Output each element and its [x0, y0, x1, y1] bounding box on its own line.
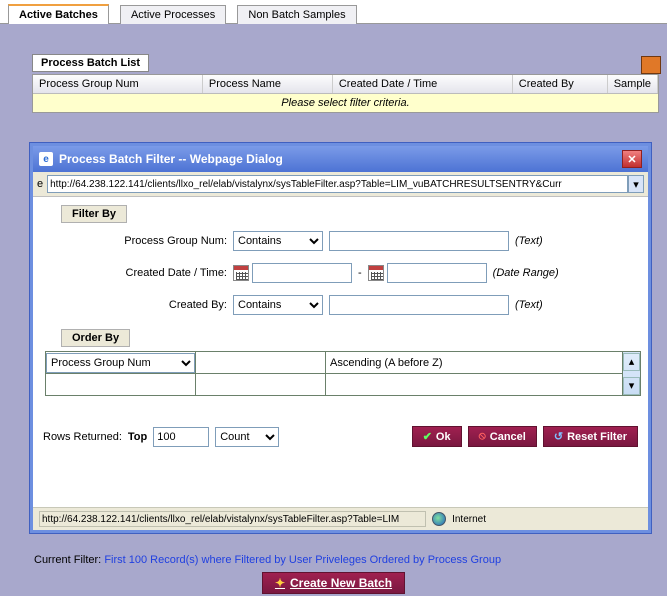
close-icon[interactable]: ✕	[622, 150, 642, 168]
scroll-down-icon[interactable]: ▾	[623, 377, 640, 395]
operator-pgn[interactable]: Contains	[233, 231, 323, 251]
filter-row-pgn: Process Group Num: Contains (Text)	[43, 227, 638, 255]
order-by-label: Order By	[61, 329, 130, 347]
current-filter-value: First 100 Record(s) where Filtered by Us…	[104, 554, 501, 566]
filter-by-label: Filter By	[61, 205, 127, 223]
batch-grid: Process Group Num Process Name Created D…	[32, 74, 659, 113]
tab-bar: Active Batches Active Processes Non Batc…	[0, 0, 667, 24]
address-bar: e ▾	[33, 172, 648, 197]
order-field-1[interactable]: Process Group Num	[46, 353, 195, 373]
top-value[interactable]	[153, 427, 209, 447]
cancel-button[interactable]: ⦸Cancel	[468, 426, 537, 447]
ie-page-icon: e	[37, 178, 43, 190]
date-to[interactable]	[387, 263, 487, 283]
label-process-group-num: Process Group Num:	[43, 235, 233, 247]
order-scrollbar[interactable]: ▴ ▾	[623, 352, 641, 396]
dialog-status-bar: Internet	[33, 507, 648, 530]
date-dash: -	[358, 267, 362, 279]
bottom-row: Rows Returned: Top Count ✔Ok ⦸Cancel ↺Re…	[43, 426, 638, 447]
filter-dialog: e Process Batch Filter -- Webpage Dialog…	[30, 143, 651, 533]
grid-criteria-msg: Please select filter criteria.	[33, 94, 658, 112]
label-created-by: Created By:	[43, 299, 233, 311]
refresh-icon: ↺	[554, 430, 563, 443]
filter-row-cby: Created By: Contains (Text)	[43, 291, 638, 319]
value-pgn[interactable]	[329, 231, 509, 251]
calendar-from-icon[interactable]	[233, 265, 249, 281]
col-created-by[interactable]: Created By	[513, 75, 608, 93]
order-table: Process Group Num Ascending (A before Z)…	[45, 351, 641, 396]
top-label: Top	[128, 431, 147, 443]
operator-cby[interactable]: Contains	[233, 295, 323, 315]
current-filter: Current Filter: First 100 Record(s) wher…	[34, 554, 501, 566]
label-created-date-time: Created Date / Time:	[43, 267, 233, 279]
current-filter-label: Current Filter:	[34, 554, 101, 566]
order-row-2	[46, 374, 641, 396]
hint-pgn: (Text)	[515, 235, 543, 247]
col-process-group-num[interactable]: Process Group Num	[33, 75, 203, 93]
tab-active-batches[interactable]: Active Batches	[8, 4, 109, 24]
status-url	[39, 511, 426, 527]
grid-header: Process Group Num Process Name Created D…	[33, 75, 658, 94]
reset-filter-button[interactable]: ↺Reset Filter	[543, 426, 638, 447]
date-from[interactable]	[252, 263, 352, 283]
order-extra-1[interactable]	[196, 353, 325, 373]
calendar-to-icon[interactable]	[368, 265, 384, 281]
col-sample[interactable]: Sample	[608, 75, 658, 93]
dialog-titlebar[interactable]: e Process Batch Filter -- Webpage Dialog…	[33, 146, 648, 172]
col-process-name[interactable]: Process Name	[203, 75, 333, 93]
dialog-title: Process Batch Filter -- Webpage Dialog	[59, 152, 283, 166]
dialog-body: Filter By Process Group Num: Contains (T…	[33, 197, 648, 453]
tab-active-processes[interactable]: Active Processes	[120, 5, 226, 24]
ok-button[interactable]: ✔Ok	[412, 426, 462, 447]
address-dropdown-icon[interactable]: ▾	[628, 175, 644, 193]
hint-cdt: (Date Range)	[493, 267, 559, 279]
check-icon: ✔	[423, 430, 432, 443]
sparkle-icon: ✦	[275, 576, 285, 590]
col-created-date-time[interactable]: Created Date / Time	[333, 75, 513, 93]
ie-icon: e	[39, 152, 53, 166]
order-row-1: Process Group Num Ascending (A before Z)…	[46, 352, 641, 374]
rows-returned-label: Rows Returned:	[43, 431, 122, 443]
status-zone: Internet	[452, 514, 486, 525]
filter-row-cdt: Created Date / Time: - (Date Range)	[43, 259, 638, 287]
tab-non-batch-samples[interactable]: Non Batch Samples	[237, 5, 356, 24]
address-input[interactable]	[47, 175, 628, 193]
create-new-batch-button[interactable]: ✦ Create New Batch	[262, 572, 405, 594]
order-direction-1[interactable]: Ascending (A before Z)	[326, 355, 622, 371]
hint-cby: (Text)	[515, 299, 543, 311]
panel-title: Process Batch List	[32, 54, 149, 72]
panel-action-button[interactable]	[641, 56, 661, 74]
globe-icon	[432, 512, 446, 526]
scroll-up-icon[interactable]: ▴	[623, 353, 640, 371]
cancel-icon: ⦸	[479, 430, 486, 443]
count-select[interactable]: Count	[215, 427, 279, 447]
value-cby[interactable]	[329, 295, 509, 315]
